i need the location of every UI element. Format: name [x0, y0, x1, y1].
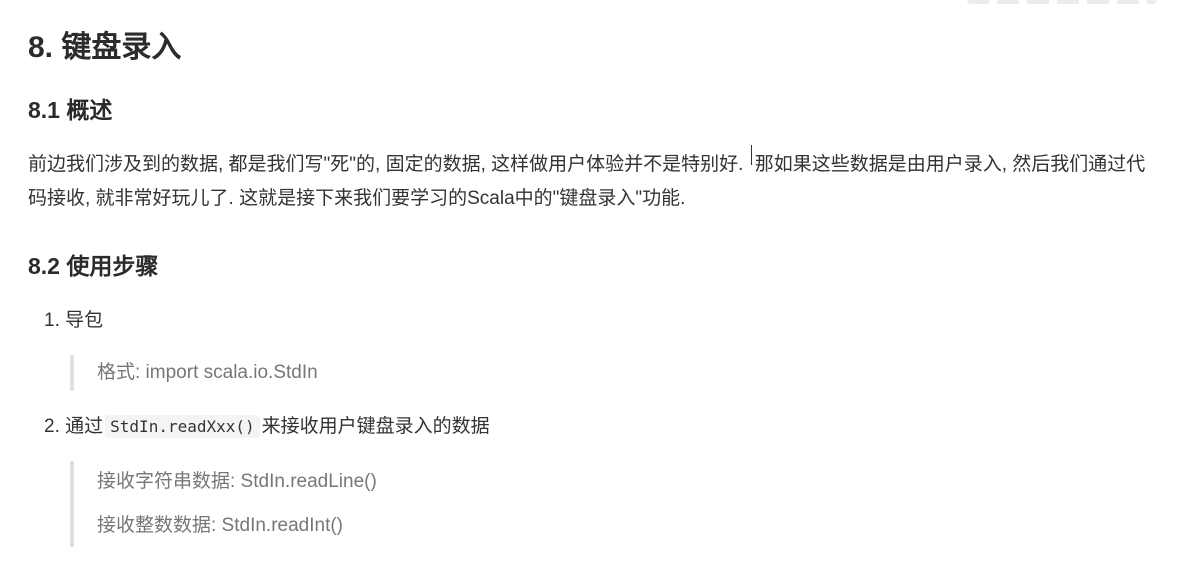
overview-paragraph: 前边我们涉及到的数据, 都是我们写"死"的, 固定的数据, 这样做用户体验并不是… [28, 145, 1148, 216]
top-toolbar-fragment [967, 0, 1157, 4]
list-text-after: 来接收用户键盘录入的数据 [261, 416, 490, 437]
overview-heading: 8.1 概述 [28, 97, 113, 123]
blockquote-read-methods: 接收字符串数据: StdIn.readLine() 接收整数数据: StdIn.… [70, 461, 377, 547]
list-item: 2. 通过 StdIn.readXxx() 来接收用户键盘录入的数据 [44, 413, 490, 441]
paragraph-text-part1: 前边我们涉及到的数据, 都是我们写"死"的, 固定的数据, 这样做用户体验并不是… [28, 154, 749, 175]
list-text: 导包 [65, 310, 104, 331]
section-heading: 8. 键盘录入 [28, 31, 182, 64]
quote-line: 接收字符串数据: StdIn.readLine() [97, 471, 377, 492]
text-cursor-icon [750, 145, 753, 165]
list-number: 1. [44, 310, 60, 331]
list-item: 1. 导包 [44, 307, 103, 335]
quote-line: 格式: import scala.io.StdIn [97, 362, 318, 383]
list-text-before: 通过 [65, 416, 104, 437]
blockquote-import: 格式: import scala.io.StdIn [70, 355, 318, 391]
list-number: 2. [44, 416, 60, 437]
inline-code: StdIn.readXxx() [105, 415, 260, 438]
quote-line: 接收整数数据: StdIn.readInt() [97, 515, 344, 536]
steps-heading: 8.2 使用步骤 [28, 253, 159, 279]
